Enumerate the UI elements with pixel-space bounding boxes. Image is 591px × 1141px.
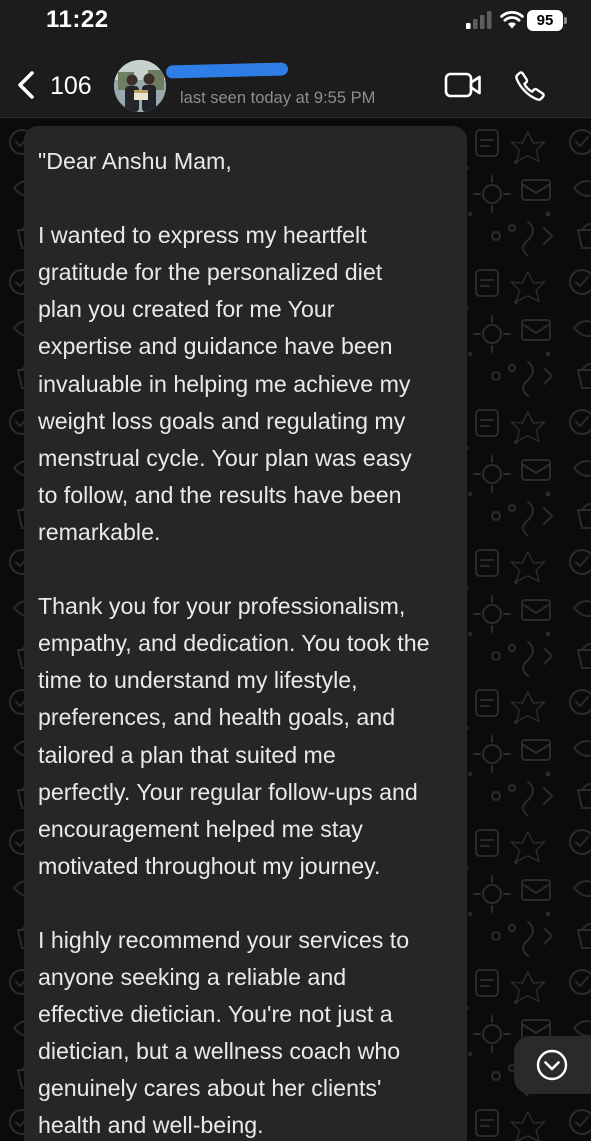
avatar-photo bbox=[114, 60, 166, 112]
video-call-icon[interactable] bbox=[444, 72, 482, 98]
message-bubble[interactable]: "Dear Anshu Mam, I wanted to express my … bbox=[24, 126, 467, 1141]
chevron-left-icon bbox=[18, 71, 34, 99]
battery-icon: 95 bbox=[527, 10, 563, 31]
contact-name-redacted[interactable] bbox=[165, 62, 289, 79]
avatar[interactable] bbox=[114, 60, 166, 112]
battery-tip bbox=[564, 17, 567, 24]
status-bar: 11:22 95 bbox=[0, 0, 591, 44]
message-text: "Dear Anshu Mam, I wanted to express my … bbox=[38, 148, 430, 1139]
unread-count: 106 bbox=[50, 72, 92, 100]
scroll-down-button[interactable] bbox=[514, 1036, 591, 1094]
back-button[interactable]: 106 bbox=[14, 68, 96, 104]
chat-header: 106 last seen today at 9:55 PM bbox=[0, 44, 591, 118]
last-seen-status: last seen today at 9:55 PM bbox=[180, 89, 376, 107]
chat-screen: 11:22 95 106 last seen today at 9:55 PM … bbox=[0, 0, 591, 1141]
status-time: 11:22 bbox=[46, 6, 109, 33]
chevron-down-circle-icon bbox=[536, 1049, 568, 1081]
wifi-icon bbox=[500, 11, 524, 29]
cellular-signal-icon bbox=[466, 11, 492, 29]
battery-level: 95 bbox=[536, 12, 554, 29]
phone-icon[interactable] bbox=[514, 70, 546, 102]
